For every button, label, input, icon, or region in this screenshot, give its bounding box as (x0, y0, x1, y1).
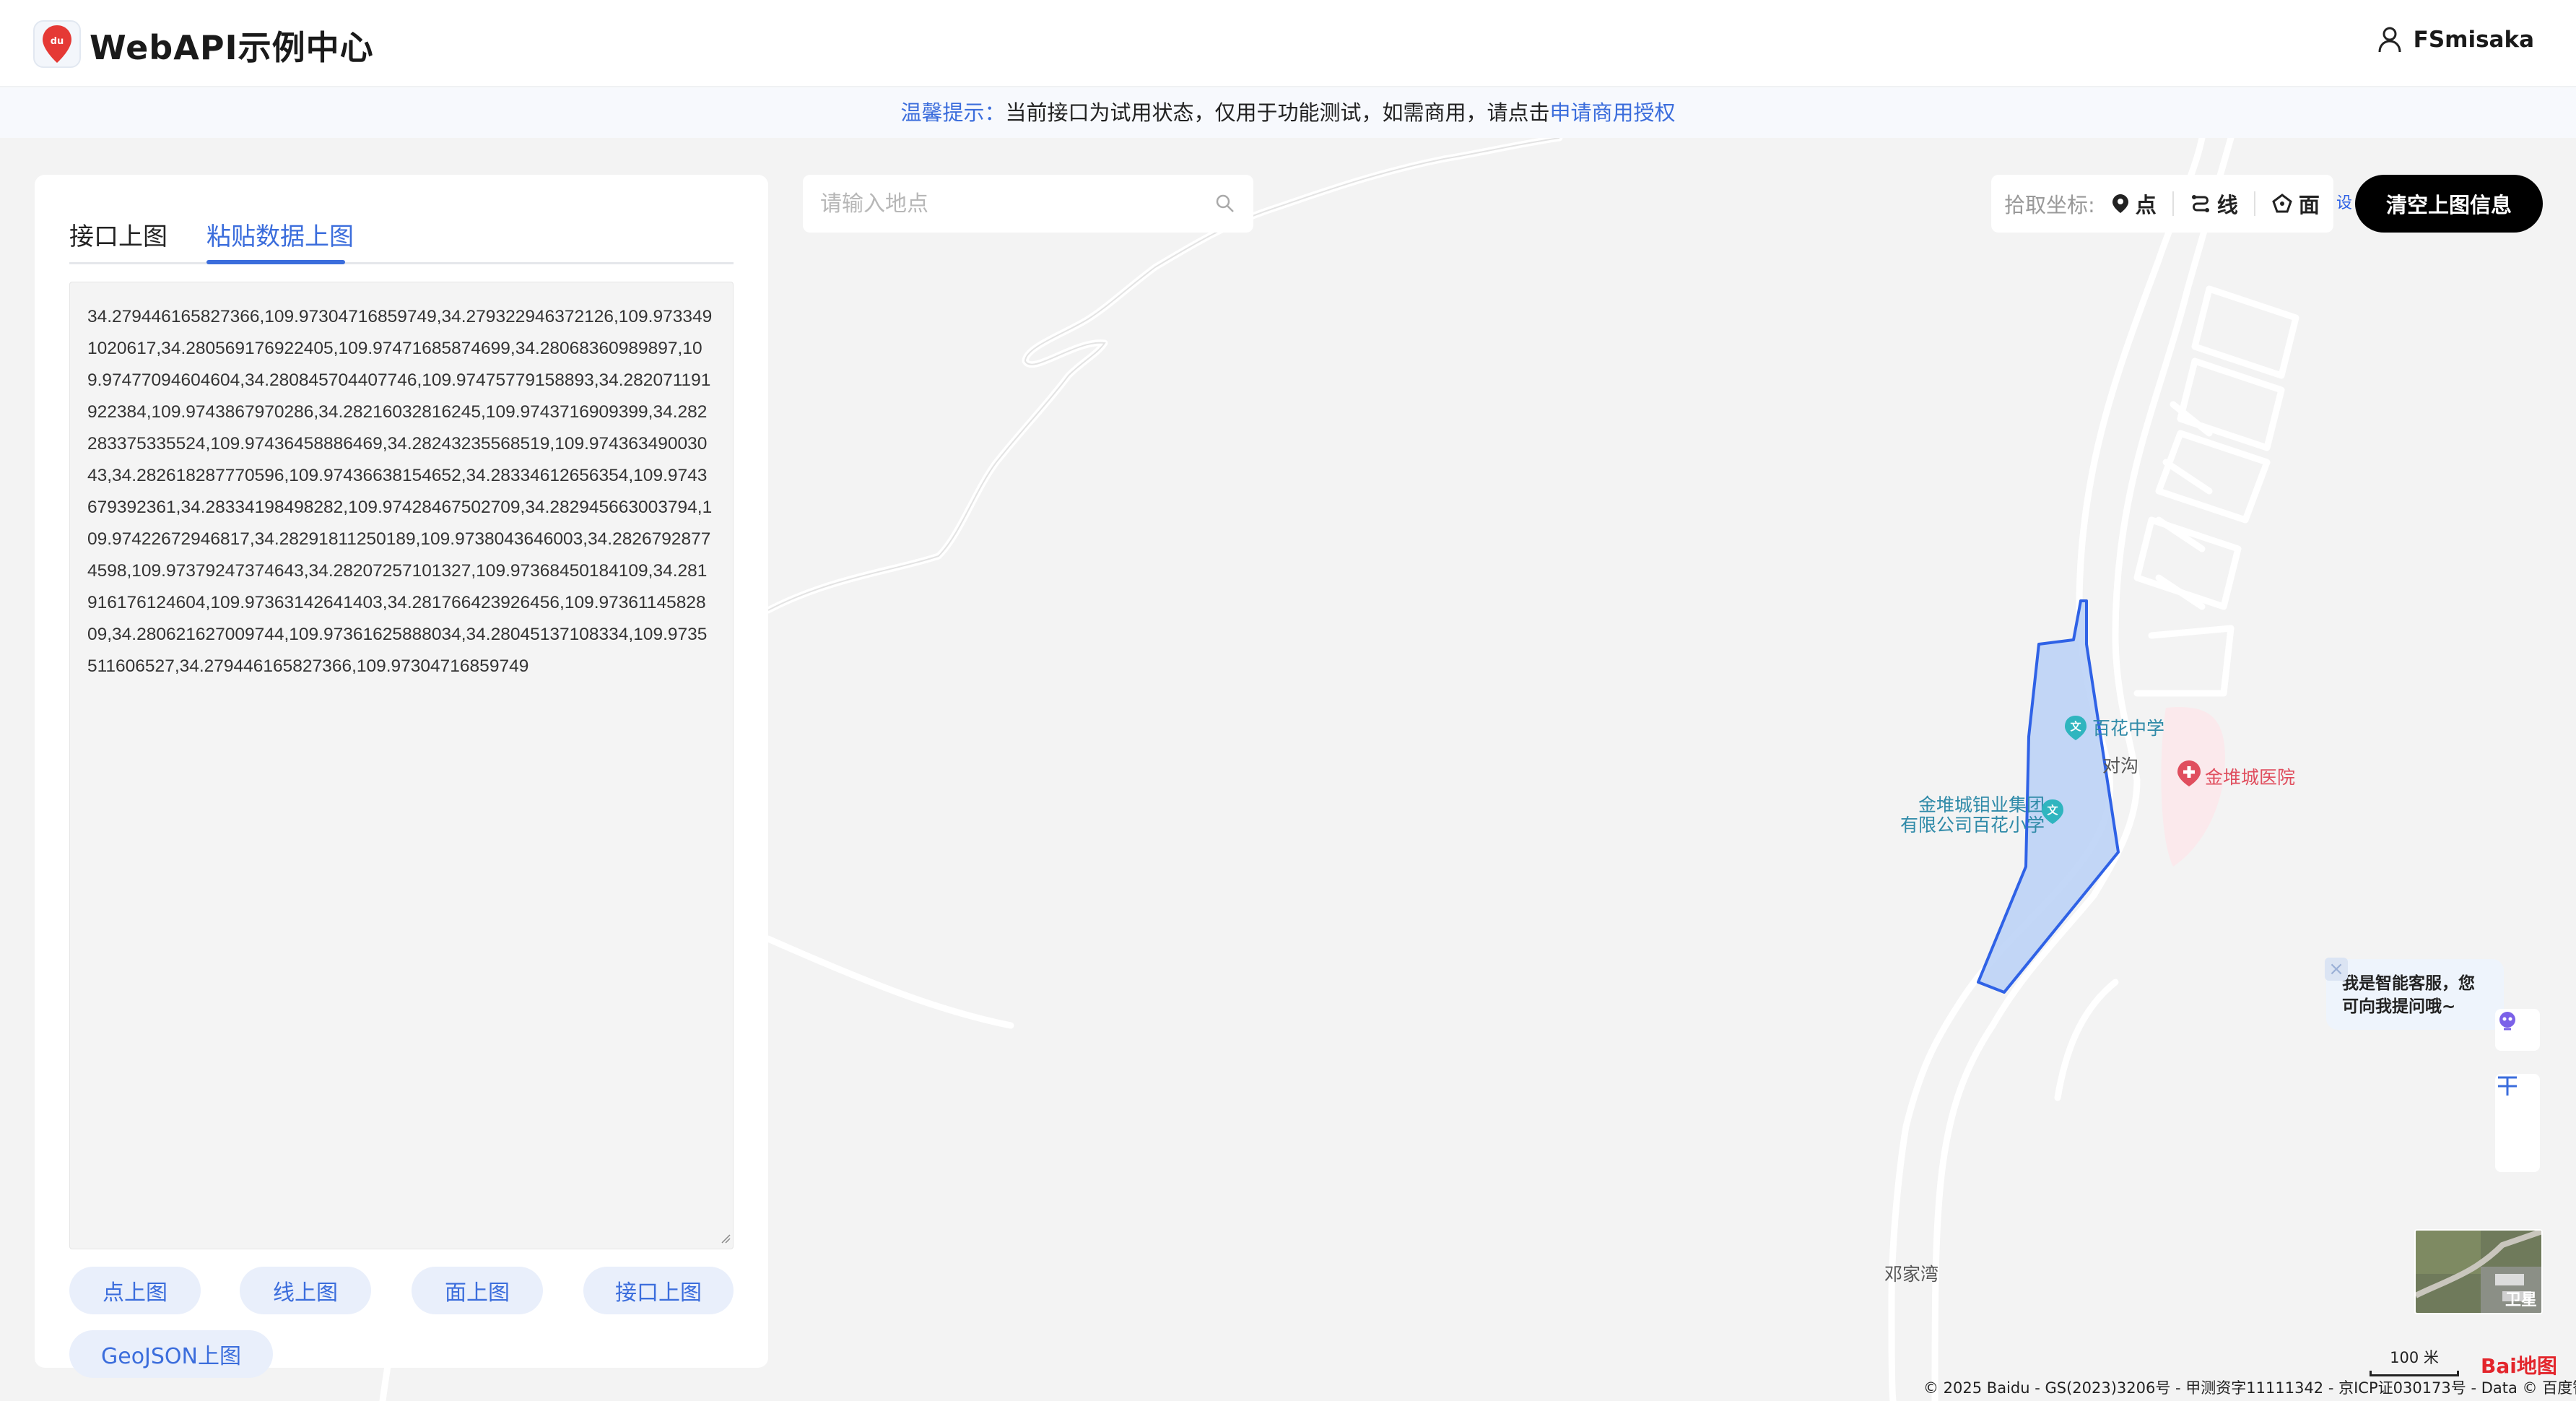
map-label-middle-school[interactable]: 百花中学 (2092, 714, 2164, 740)
pick-line-label: 线 (2216, 193, 2238, 217)
tab-paste-upload[interactable]: 粘贴数据上图 (206, 217, 354, 252)
user-menu[interactable]: FSmisaka (2377, 26, 2534, 53)
map-label-dengjiawan: 邓家湾 (1884, 1264, 1939, 1285)
hospital-marker-icon[interactable] (2176, 759, 2202, 788)
divider (2172, 191, 2174, 216)
top-header: du WebAPI示例中心 FSmisaka (0, 0, 2576, 87)
primary-school-marker-icon[interactable]: 文 (2040, 798, 2065, 825)
svg-text:文: 文 (2047, 804, 2058, 817)
tab-api-upload[interactable]: 接口上图 (69, 217, 167, 252)
map-copyright: © 2025 Baidu - GS(2023)3206号 - 甲测资字11111… (1923, 1379, 2576, 1397)
pick-point-label: 点 (2135, 193, 2157, 217)
resize-grip-icon[interactable] (721, 1233, 731, 1244)
pick-point-button[interactable]: 点 (2104, 188, 2164, 219)
pick-line-button[interactable]: 线 (2183, 188, 2245, 219)
satellite-label: 卫星 (2505, 1291, 2537, 1309)
route-icon (2191, 195, 2209, 212)
geojson-upload-button[interactable]: GeoJSON上图 (69, 1330, 273, 1378)
scale-bar (2370, 1371, 2459, 1376)
close-icon[interactable]: × (2325, 958, 2348, 981)
user-icon (2378, 27, 2401, 53)
ai-assistant-bubble[interactable]: 我是智能客服，您可向我提问哦~ (2326, 959, 2504, 1030)
divider (2253, 191, 2255, 216)
svg-text:du: du (51, 36, 64, 47)
scale-label: 100 米 (2390, 1349, 2439, 1366)
map-label-company-school[interactable]: 金堆城钼业集团 有限公司百花小学 (1900, 795, 2045, 836)
clear-map-button[interactable]: 清空上图信息 (2355, 175, 2543, 233)
active-tab-indicator (206, 260, 345, 264)
location-pin-icon (2112, 194, 2128, 213)
notice-message: 当前接口为试用状态，仅用于功能测试，如需商用，请点击 (1005, 100, 1550, 125)
map-label-hospital[interactable]: 金堆城医院 (2205, 763, 2295, 789)
svg-text:文: 文 (2070, 720, 2081, 733)
trial-notice: 温馨提示：当前接口为试用状态，仅用于功能测试，如需商用，请点击申请商用授权 (0, 87, 2576, 138)
apply-license-link[interactable]: 申请商用授权 (1550, 100, 1676, 125)
zoom-out-icon[interactable] (2495, 1074, 2520, 1081)
pick-polygon-label: 面 (2298, 193, 2320, 217)
api-upload-button[interactable]: 接口上图 (583, 1267, 734, 1314)
line-upload-button[interactable]: 线上图 (240, 1267, 371, 1314)
map-label-duigou: 对沟 (2102, 755, 2139, 776)
search-icon[interactable] (1214, 193, 1236, 214)
user-name: FSmisaka (2413, 27, 2534, 53)
coordinate-picker: 拾取坐标: 点 线 面 (1991, 175, 2333, 233)
coordinates-textarea[interactable]: 34.279446165827366,109.97304716859749,34… (69, 282, 734, 1249)
polygon-upload-button[interactable]: 面上图 (412, 1267, 543, 1314)
robot-icon (2499, 1012, 2515, 1031)
notice-tip: 温馨提示： (900, 100, 1006, 125)
map-pin-logo-icon: du (43, 25, 71, 63)
place-search-box[interactable] (803, 175, 1253, 233)
picker-label: 拾取坐标: (2004, 193, 2095, 217)
polygon-icon (2272, 194, 2292, 213)
school-marker-icon[interactable]: 文 (2063, 714, 2088, 742)
app-title[interactable]: WebAPI示例中心 (90, 22, 374, 69)
pick-polygon-button[interactable]: 面 (2264, 188, 2327, 219)
left-panel: 接口上图 粘贴数据上图 34.279446165827366,109.97304… (35, 175, 768, 1378)
baidu-map-logo: Bai地图 (2481, 1354, 2557, 1378)
app-logo[interactable]: du (33, 20, 81, 68)
map-label-company-line2: 有限公司百花小学 (1900, 815, 2045, 836)
map-scale: 100 米 (2370, 1346, 2459, 1376)
panel-tabs: 接口上图 粘贴数据上图 (69, 196, 734, 264)
map-label-edge: 设 (2336, 194, 2353, 212)
search-input[interactable] (820, 191, 1214, 217)
zoom-controls (2495, 1074, 2540, 1172)
point-upload-button[interactable]: 点上图 (69, 1267, 201, 1314)
assistant-button[interactable] (2495, 1009, 2540, 1051)
map-label-company-line1: 金堆城钼业集团 (1918, 794, 2045, 815)
satellite-toggle[interactable]: 卫星 (2414, 1229, 2543, 1314)
